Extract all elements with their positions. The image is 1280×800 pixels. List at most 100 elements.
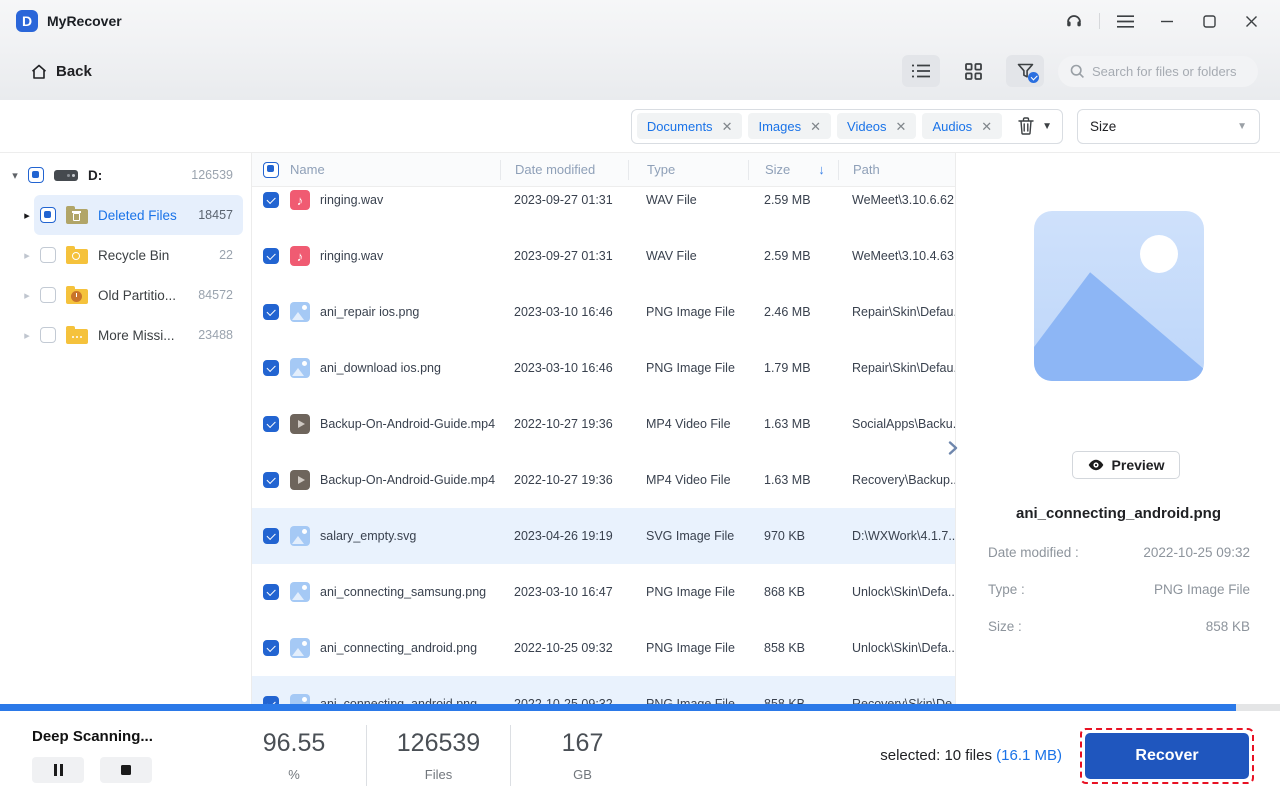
file-name: salary_empty.svg: [320, 529, 416, 543]
table-row[interactable]: ani_connecting_samsung.png 2023-03-10 16…: [252, 564, 955, 620]
row-checkbox[interactable]: [263, 248, 279, 264]
tree-item[interactable]: Recycle Bin 22: [0, 235, 251, 275]
tree-item-count: 18457: [198, 208, 233, 222]
selected-summary: selected: 10 files (16.1 MB): [880, 747, 1062, 764]
row-checkbox[interactable]: [263, 360, 279, 376]
filter-chip[interactable]: Images ✕: [748, 113, 831, 139]
tree-checkbox[interactable]: [28, 167, 44, 183]
file-path: Repair\Skin\Defau...: [838, 305, 955, 319]
row-name-cell: ani_download ios.png: [290, 358, 500, 378]
file-type: MP4 Video File: [628, 473, 748, 487]
tree-checkbox[interactable]: [40, 327, 56, 343]
table-row[interactable]: ani_connecting_android.png 2022-10-25 09…: [252, 676, 955, 705]
support-headset-icon[interactable]: [1057, 6, 1091, 36]
tree-item[interactable]: Deleted Files 18457: [0, 195, 251, 235]
tree-checkbox[interactable]: [40, 207, 56, 223]
tree-folder-icon: [66, 249, 88, 264]
filter-chip[interactable]: Audios ✕: [922, 113, 1002, 139]
tree-item[interactable]: D: 126539: [0, 155, 251, 195]
file-date-modified: 2023-03-10 16:46: [500, 361, 628, 375]
row-checkbox[interactable]: [263, 416, 279, 432]
minimize-icon[interactable]: [1150, 6, 1184, 36]
menu-icon[interactable]: [1108, 6, 1142, 36]
file-size: 858 KB: [748, 641, 838, 655]
tree-expander-icon[interactable]: [20, 209, 34, 222]
column-header-name[interactable]: Name: [290, 160, 500, 180]
row-checkbox-cell: [252, 584, 290, 600]
chip-remove-icon[interactable]: ✕: [981, 120, 992, 133]
chip-remove-icon[interactable]: ✕: [722, 120, 733, 133]
row-checkbox[interactable]: [263, 192, 279, 208]
tree-expander-icon[interactable]: [20, 289, 34, 302]
sort-descending-icon[interactable]: ↓: [818, 162, 825, 177]
chip-remove-icon[interactable]: ✕: [810, 120, 821, 133]
stop-icon: [121, 765, 131, 775]
chip-remove-icon[interactable]: ✕: [896, 120, 907, 133]
tree-expander-icon[interactable]: [20, 249, 34, 262]
file-type: PNG Image File: [628, 305, 748, 319]
tree-item[interactable]: More Missi... 23488: [0, 315, 251, 355]
tree-expander-icon[interactable]: [8, 169, 22, 182]
tree-item[interactable]: Old Partitio... 84572: [0, 275, 251, 315]
row-checkbox[interactable]: [263, 584, 279, 600]
file-size: 1.63 MB: [748, 417, 838, 431]
table-row[interactable]: salary_empty.svg 2023-04-26 19:19 SVG Im…: [252, 508, 955, 564]
close-icon[interactable]: [1234, 6, 1268, 36]
column-header-date-modified[interactable]: Date modified: [500, 160, 628, 180]
filter-chip-group: Documents ✕ Images ✕ Videos ✕ Audios ✕ ▼: [631, 109, 1063, 144]
chip-dropdown-caret-icon[interactable]: ▼: [1042, 121, 1052, 132]
panel-collapse-chevron-icon[interactable]: [948, 441, 958, 455]
filter-chip[interactable]: Videos ✕: [837, 113, 916, 139]
select-all-checkbox[interactable]: [263, 162, 279, 178]
sidebar-tree: D: 126539 Deleted Files 18457: [0, 153, 252, 705]
row-checkbox-cell: [252, 304, 290, 320]
tree-item-body[interactable]: Recycle Bin 22: [34, 235, 243, 275]
row-checkbox[interactable]: [263, 528, 279, 544]
grid-view-button[interactable]: [954, 55, 992, 87]
list-view-button[interactable]: [902, 55, 940, 87]
titlebar-divider: [1099, 13, 1100, 29]
search-input[interactable]: [1092, 64, 1242, 79]
maximize-icon[interactable]: [1192, 6, 1226, 36]
filter-button[interactable]: [1006, 55, 1044, 87]
file-type-icon: [290, 414, 310, 434]
detail-value: PNG Image File: [1154, 582, 1250, 597]
sort-select[interactable]: Size ▼: [1077, 109, 1260, 144]
table-row[interactable]: ani_repair ios.png 2023-03-10 16:46 PNG …: [252, 284, 955, 340]
tree-folder-icon: [66, 329, 88, 344]
table-row[interactable]: ani_connecting_android.png 2022-10-25 09…: [252, 620, 955, 676]
file-date-modified: 2023-09-27 01:31: [500, 249, 628, 263]
tree-checkbox[interactable]: [40, 287, 56, 303]
row-checkbox[interactable]: [263, 472, 279, 488]
back-button[interactable]: Back: [30, 63, 92, 80]
file-table: Name Date modified Type Size↓ Path ring: [252, 153, 955, 705]
tree-item-body[interactable]: D: 126539: [22, 155, 243, 195]
file-type-icon: [290, 358, 310, 378]
stop-button[interactable]: [100, 757, 152, 783]
tree-item-body[interactable]: More Missi... 23488: [34, 315, 243, 355]
clear-filters-trash-icon[interactable]: [1018, 117, 1034, 135]
tree-expander-icon[interactable]: [20, 329, 34, 342]
table-row[interactable]: ringing.wav 2023-09-27 01:31 WAV File 2.…: [252, 228, 955, 284]
table-row[interactable]: Backup-On-Android-Guide.mp4 2022-10-27 1…: [252, 452, 955, 508]
row-checkbox[interactable]: [263, 640, 279, 656]
filter-chip[interactable]: Documents ✕: [637, 113, 743, 139]
column-header-type[interactable]: Type: [628, 160, 748, 180]
recover-button[interactable]: Recover: [1085, 733, 1249, 779]
table-row[interactable]: ringing.wav 2023-09-27 01:31 WAV File 2.…: [252, 187, 955, 228]
tree-item-body[interactable]: Old Partitio... 84572: [34, 275, 243, 315]
tree-item-body[interactable]: Deleted Files 18457: [34, 195, 243, 235]
column-header-size[interactable]: Size↓: [748, 160, 838, 180]
file-name: ani_connecting_android.png: [320, 641, 477, 655]
table-body: ringing.wav 2023-09-27 01:31 WAV File 2.…: [252, 187, 955, 705]
scan-progress-bar: [0, 704, 1280, 711]
row-checkbox-cell: [252, 192, 290, 208]
row-checkbox[interactable]: [263, 304, 279, 320]
column-header-path[interactable]: Path: [838, 160, 955, 180]
preview-button[interactable]: Preview: [1072, 451, 1180, 479]
pause-button[interactable]: [32, 757, 84, 783]
tree-checkbox[interactable]: [40, 247, 56, 263]
row-checkbox-cell: [252, 528, 290, 544]
table-row[interactable]: ani_download ios.png 2023-03-10 16:46 PN…: [252, 340, 955, 396]
table-row[interactable]: Backup-On-Android-Guide.mp4 2022-10-27 1…: [252, 396, 955, 452]
